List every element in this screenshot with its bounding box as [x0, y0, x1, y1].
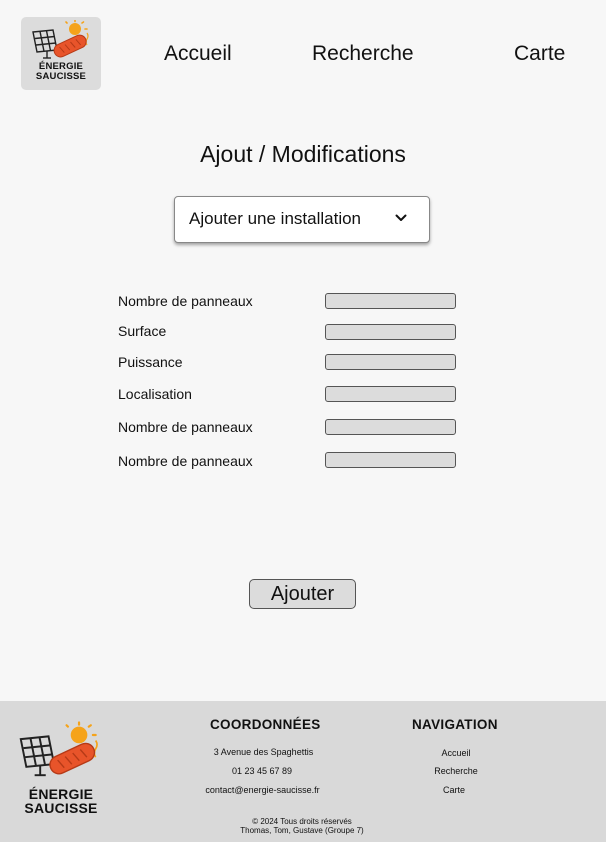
header-logo[interactable]: ÉNERGIE SAUCISSE	[21, 17, 101, 90]
panel-count-input[interactable]	[325, 293, 456, 309]
footer-contact-heading: COORDONNÉES	[210, 717, 321, 732]
footer-email[interactable]: contact@energie-saucisse.fr	[195, 785, 330, 795]
field-label-location: Localisation	[118, 386, 192, 402]
field-label-surface: Surface	[118, 323, 167, 339]
footer-brand-line1: ÉNERGIE	[28, 786, 94, 802]
footer-logo[interactable]: ÉNERGIE SAUCISSE	[18, 721, 104, 821]
footer-phone: 01 23 45 67 89	[231, 766, 293, 776]
field-label-panel-count-2: Nombre de panneaux	[118, 419, 253, 435]
field-label-panel-count-3: Nombre de panneaux	[118, 453, 253, 469]
footer: ÉNERGIE SAUCISSE COORDONNÉES 3 Avenue de…	[0, 701, 606, 842]
solar-sausage-logo-icon	[19, 721, 98, 777]
footer-brand-line2: SAUCISSE	[24, 800, 98, 816]
add-button[interactable]: Ajouter	[249, 579, 356, 609]
panel-count-input-3[interactable]	[325, 452, 456, 468]
action-select[interactable]: Ajouter une installation	[174, 196, 430, 243]
footer-credits: Thomas, Tom, Gustave (Groupe 7)	[240, 826, 364, 835]
nav-search-link[interactable]: Recherche	[312, 42, 414, 66]
brand-name-line2: SAUCISSE	[35, 70, 87, 82]
nav-map-link[interactable]: Carte	[514, 42, 565, 66]
footer-nav-map[interactable]: Carte	[416, 785, 492, 795]
footer-nav-search[interactable]: Recherche	[416, 766, 496, 776]
field-label-panel-count: Nombre de panneaux	[118, 293, 253, 309]
chevron-down-icon	[395, 214, 407, 221]
surface-input[interactable]	[325, 324, 456, 340]
footer-address: 3 Avenue des Spaghettis	[213, 747, 314, 757]
panel-count-input-2[interactable]	[325, 419, 456, 435]
brand-name: ÉNERGIE SAUCISSE	[21, 62, 101, 81]
footer-brand-name: ÉNERGIE SAUCISSE	[18, 787, 104, 815]
footer-copyright: © 2024 Tous droits réservés	[252, 817, 352, 826]
page-title: Ajout / Modifications	[200, 141, 406, 167]
power-input[interactable]	[325, 354, 456, 370]
solar-sausage-logo-icon	[32, 20, 89, 59]
footer-nav-home[interactable]: Accueil	[416, 748, 496, 758]
nav-home-link[interactable]: Accueil	[164, 42, 232, 66]
location-input[interactable]	[325, 386, 456, 402]
footer-navigation-heading: NAVIGATION	[412, 717, 498, 732]
action-select-value: Ajouter une installation	[189, 209, 362, 228]
field-label-power: Puissance	[118, 354, 183, 370]
